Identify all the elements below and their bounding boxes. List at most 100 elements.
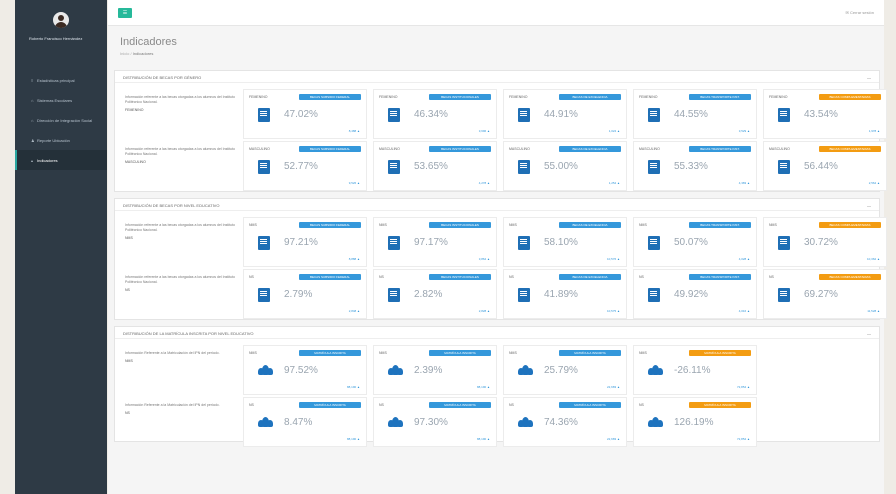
stat-card[interactable]: NMS BECAS INSTITUCIONALES 97.17% 3,864 ▲ — [373, 217, 497, 267]
card-label: MASCULINO — [379, 147, 400, 151]
stat-card[interactable]: NMS BECAS SUBSIDIO FEDERAL 97.21% 8,888 ▲ — [243, 217, 367, 267]
card-label: NS — [639, 275, 644, 279]
book-icon — [778, 160, 790, 174]
card-badge: MATRÍCULA INSCRITA — [299, 402, 361, 408]
card-value: 69.27% — [804, 289, 838, 300]
card-footer-count: 22,683 ▲ — [607, 437, 620, 441]
stat-card[interactable]: NS BECAS SUBSIDIO FEDERAL 2.79% 2,848 ▲ — [243, 269, 367, 319]
sidebar-item-estadisticas[interactable]: ≡ Estadísticas principal — [15, 70, 107, 90]
stat-card[interactable]: NS BECAS COMPLEMENTARIAS 69.27% 11,528 ▲ — [763, 269, 887, 319]
sidebar-item-label: Estadísticas principal — [37, 77, 75, 83]
stat-card[interactable]: NMS BECAS TRANSPORTE INST. 50.07% 4,028 ▲ — [633, 217, 757, 267]
menu-toggle-button[interactable]: ☰ — [118, 7, 132, 18]
stat-card[interactable]: MASCULINO BECAS TRANSPORTE INST. 55.33% 4,3… — [633, 141, 757, 191]
stat-card[interactable]: NMS MATRÍCULA INSCRITA 2.39% 88,190 ▲ — [373, 345, 497, 395]
card-badge: BECAS DE EXCELENCIA — [559, 222, 621, 228]
stat-card[interactable]: NMS MATRÍCULA INSCRITA 25.79% 22,683 ▲ — [503, 345, 627, 395]
book-icon — [258, 288, 270, 302]
card-footer-count: 8,888 ▲ — [348, 257, 360, 261]
card-badge: BECAS SUBSIDIO FEDERAL — [299, 274, 361, 280]
card-footer-count: 22,683 ▲ — [607, 385, 620, 389]
stat-card[interactable]: MASCULINO BECAS COMPLEMENTARIAS 56.44% 2,56… — [763, 141, 887, 191]
stat-card[interactable]: MASCULINO BECAS DE EXCELENCIA 55.00% 1,254 … — [503, 141, 627, 191]
card-badge: MATRÍCULA INSCRITA — [429, 402, 491, 408]
card-badge: BECAS TRANSPORTE INST. — [689, 222, 751, 228]
card-badge: MATRÍCULA INSCRITA — [559, 402, 621, 408]
sidebar-menu: ≡ Estadísticas principal ⌂ Sistemas Esco… — [15, 70, 107, 170]
stat-card[interactable]: NMS MATRÍCULA INSCRITA 97.52% 88,190 ▲ — [243, 345, 367, 395]
sidebar-item-direccion[interactable]: ⌂ Dirección de Integración Social — [15, 110, 107, 130]
book-icon — [388, 108, 400, 122]
profile-block: Roberto Francisco Hernández — [15, 0, 107, 62]
stat-card[interactable]: NS MATRÍCULA INSCRITA 8.47% 88,190 ▲ — [243, 397, 367, 447]
collapse-icon[interactable]: — — [867, 331, 871, 336]
book-icon — [518, 108, 530, 122]
card-value: 44.55% — [674, 109, 708, 120]
sidebar-item-reporte[interactable]: ♟ Reporte Ubicación — [15, 130, 107, 150]
breadcrumb-home[interactable]: Inicio — [120, 51, 129, 56]
stat-card[interactable]: FEMENINO BECAS INSTITUCIONALES 46.34% 3,696… — [373, 89, 497, 139]
sidebar-item-label: Reporte Ubicación — [37, 137, 70, 143]
section-title-text: DISTRIBUCIÓN DE LA MATRÍCULA INSCRITA PO… — [123, 331, 254, 336]
sidebar-item-indicadores[interactable]: ▴ Indicadores — [15, 150, 107, 170]
stat-card[interactable]: NMS BECAS COMPLEMENTARIAS 30.72% 10,362 ▲ — [763, 217, 887, 267]
sidebar-item-sistemas[interactable]: ⌂ Sistemas Escolares — [15, 90, 107, 110]
stat-card[interactable]: NMS BECAS DE EXCELENCIA 58.10% 10,576 ▲ — [503, 217, 627, 267]
card-value: 2.82% — [414, 289, 443, 300]
stat-card[interactable]: FEMENINO BECAS COMPLEMENTARIAS 43.54% 1,978… — [763, 89, 887, 139]
sidebar-item-label: Dirección de Integración Social — [37, 117, 93, 123]
card-value: 44.91% — [544, 109, 578, 120]
card-footer-count: 2,828 ▲ — [478, 309, 490, 313]
card-badge: BECAS COMPLEMENTARIAS — [819, 146, 881, 152]
collapse-icon[interactable]: — — [867, 75, 871, 80]
card-footer-count: 11,528 ▲ — [867, 309, 880, 313]
card-value: 53.65% — [414, 161, 448, 172]
card-footer-count: 4,278 ▲ — [478, 181, 490, 185]
card-value: 8.47% — [284, 417, 313, 428]
card-label: MASCULINO — [769, 147, 790, 151]
card-label: NS — [769, 275, 774, 279]
card-footer-count: 3,529 ▲ — [738, 129, 750, 133]
card-value: 30.72% — [804, 237, 838, 248]
user-menu[interactable]: ✉ Cerrar sesión — [846, 10, 874, 15]
stat-card[interactable]: NS MATRÍCULA INSCRITA 126.19% 72,854 ▲ — [633, 397, 757, 447]
users-icon — [648, 364, 663, 378]
stat-card[interactable]: NMS MATRÍCULA INSCRITA -26.11% 72,854 ▲ — [633, 345, 757, 395]
collapse-icon[interactable]: — — [867, 203, 871, 208]
stat-card[interactable]: FEMENINO BECAS DE EXCELENCIA 44.91% 1,024 ▲ — [503, 89, 627, 139]
row-info-sub: NMS — [125, 359, 133, 363]
card-value: 55.00% — [544, 161, 578, 172]
card-value: 52.77% — [284, 161, 318, 172]
users-icon — [518, 416, 533, 430]
indicator-row: Información Referente a la Matriculación… — [121, 397, 877, 447]
card-label: NS — [379, 275, 384, 279]
book-icon — [388, 160, 400, 174]
stat-card[interactable]: NS BECAS DE EXCELENCIA 41.89% 10,575 ▲ — [503, 269, 627, 319]
stat-card[interactable]: FEMENINO BECAS SUBSIDIO FEDERAL 47.02% 8,48… — [243, 89, 367, 139]
card-label: FEMENINO — [249, 95, 268, 99]
indicator-row: Información referente a las becas otorga… — [121, 269, 887, 319]
row-info: Información referente a las becas otorga… — [121, 89, 239, 139]
stat-card[interactable]: NS BECAS INSTITUCIONALES 2.82% 2,828 ▲ — [373, 269, 497, 319]
card-label: FEMENINO — [379, 95, 398, 99]
card-value: 50.07% — [674, 237, 708, 248]
row-info-sub: MASCULINO — [125, 160, 146, 164]
users-icon — [388, 364, 403, 378]
stat-card[interactable]: MASCULINO BECAS INSTITUCIONALES 53.65% 4,27… — [373, 141, 497, 191]
users-icon — [518, 364, 533, 378]
card-footer-count: 4,383 ▲ — [738, 181, 750, 185]
card-badge: BECAS TRANSPORTE INST. — [689, 274, 751, 280]
profile-name[interactable]: Roberto Francisco Hernández — [15, 36, 107, 41]
card-label: NMS — [769, 223, 777, 227]
stat-card[interactable]: NS BECAS TRANSPORTE INST. 49.92% 4,016 ▲ — [633, 269, 757, 319]
stat-card[interactable]: NS MATRÍCULA INSCRITA 97.30% 88,190 ▲ — [373, 397, 497, 447]
card-footer-count: 88,190 ▲ — [347, 437, 360, 441]
stat-card[interactable]: NS MATRÍCULA INSCRITA 74.36% 22,683 ▲ — [503, 397, 627, 447]
stat-card[interactable]: MASCULINO BECAS SUBSIDIO FEDERAL 52.77% 9,5… — [243, 141, 367, 191]
card-footer-count: 4,028 ▲ — [738, 257, 750, 261]
card-footer-count: 3,864 ▲ — [478, 257, 490, 261]
card-footer-count: 9,526 ▲ — [348, 181, 360, 185]
avatar[interactable] — [53, 12, 69, 28]
book-icon — [518, 160, 530, 174]
stat-card[interactable]: FEMENINO BECAS TRANSPORTE INST. 44.55% 3,52… — [633, 89, 757, 139]
